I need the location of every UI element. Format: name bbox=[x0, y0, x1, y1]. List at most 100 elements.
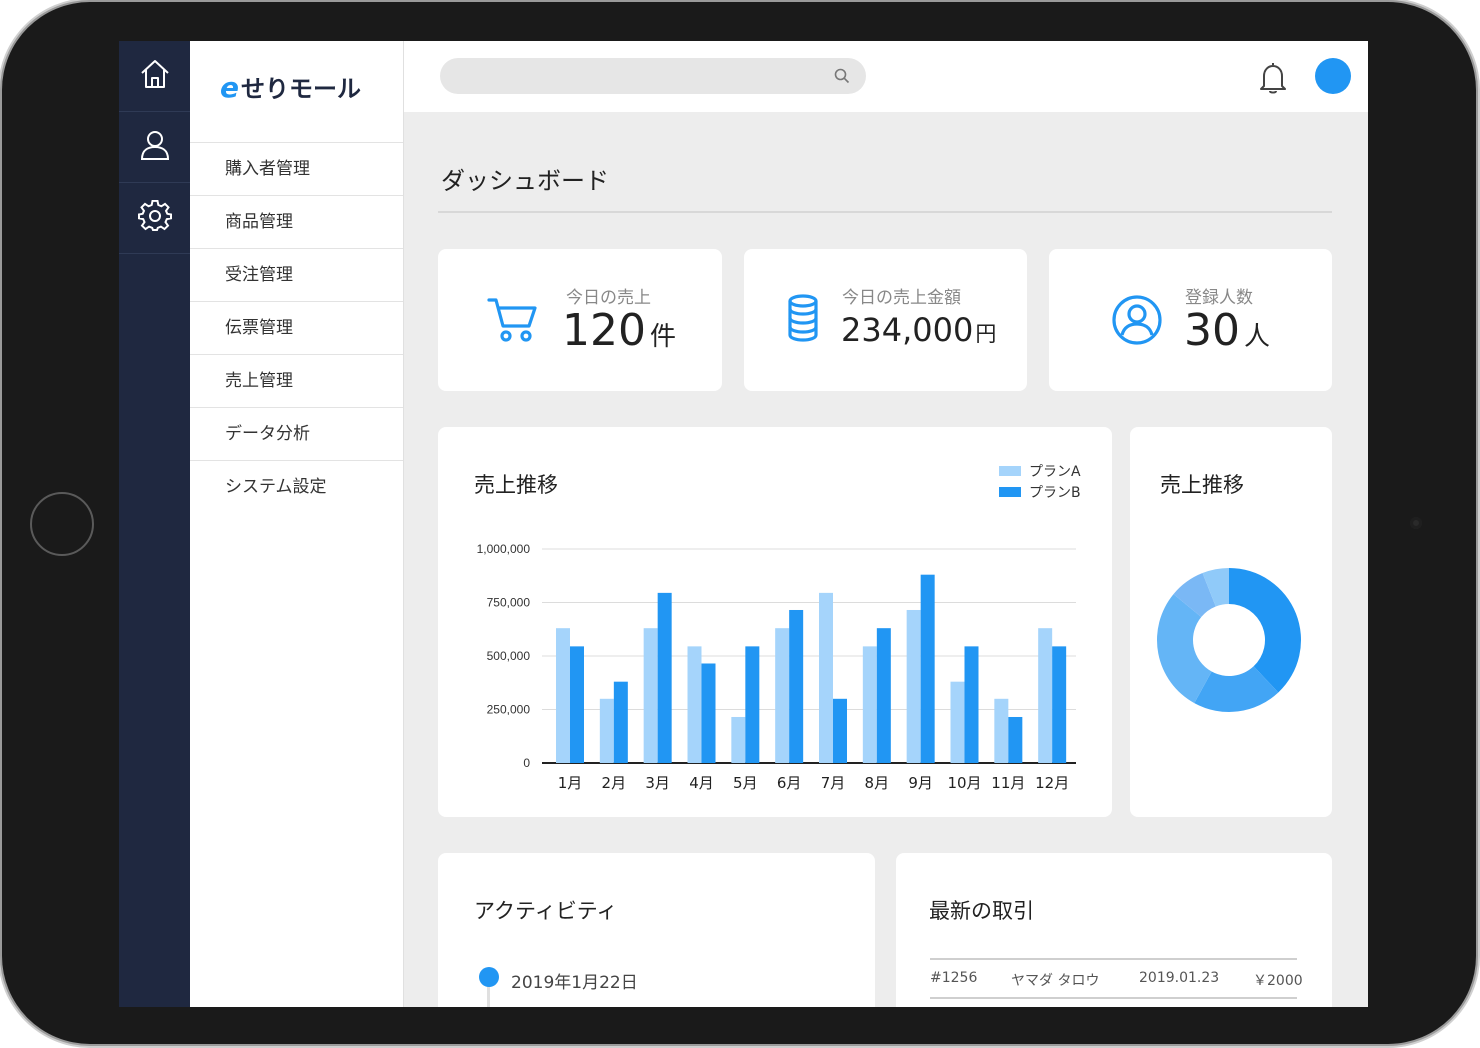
x-tick-label: 1月 bbox=[558, 774, 583, 792]
x-tick-label: 4月 bbox=[689, 774, 714, 792]
x-tick-label: 8月 bbox=[865, 774, 890, 792]
user-circle-icon bbox=[1112, 295, 1162, 345]
search-icon[interactable] bbox=[834, 68, 850, 84]
stat-number: 120 bbox=[562, 305, 646, 356]
menu-item-buyers[interactable]: 購入者管理 bbox=[190, 142, 403, 195]
coins-icon bbox=[788, 294, 818, 342]
x-tick-label: 11月 bbox=[991, 774, 1025, 792]
transaction-amount: ￥2000 bbox=[1253, 973, 1303, 989]
x-tick-label: 2月 bbox=[602, 774, 627, 792]
bar-plan-a bbox=[775, 628, 790, 763]
transaction-name: ヤマダ タロウ bbox=[1011, 973, 1100, 989]
bar-plan-b bbox=[745, 646, 760, 763]
x-tick-label: 3月 bbox=[645, 774, 670, 792]
transactions-divider bbox=[930, 958, 1297, 960]
stat-unit: 人 bbox=[1244, 322, 1271, 352]
timeline-dot bbox=[479, 967, 499, 987]
rail-user[interactable] bbox=[119, 112, 190, 183]
brand-logo[interactable]: eせりモール bbox=[220, 69, 361, 104]
home-icon bbox=[138, 57, 172, 95]
menu-list: 購入者管理 商品管理 受注管理 伝票管理 売上管理 データ分析 システム設定 bbox=[190, 142, 403, 513]
stat-value: 120 件 bbox=[562, 305, 676, 356]
transactions-card: 最新の取引 #1256 ヤマダ タロウ 2019.01.23 ￥2000 bbox=[896, 853, 1332, 1007]
bar-plan-b bbox=[833, 698, 847, 763]
bar-plan-a bbox=[599, 698, 614, 763]
transactions-divider bbox=[930, 997, 1297, 999]
side-menu: eせりモール 購入者管理 商品管理 受注管理 伝票管理 売上管理 データ分析 シ… bbox=[190, 41, 404, 1007]
transactions-title: 最新の取引 bbox=[929, 899, 1034, 923]
stat-value: 30 人 bbox=[1184, 305, 1270, 356]
search-input[interactable] bbox=[440, 58, 866, 94]
page-title: ダッシュボード bbox=[441, 167, 609, 195]
bar-plan-a bbox=[862, 646, 877, 763]
stat-card-sales-amount: 今日の売上金額 234,000円 bbox=[744, 249, 1027, 391]
sales-chart-card: 売上推移 プランA プランB 0 250,000 500,000 750,000 1,0… bbox=[438, 427, 1112, 817]
menu-item-analytics[interactable]: データ分析 bbox=[190, 407, 403, 460]
bar-plan-a bbox=[906, 609, 921, 763]
stat-unit: 円 bbox=[975, 322, 997, 346]
x-tick-label: 7月 bbox=[821, 774, 846, 792]
bell-icon[interactable] bbox=[1258, 60, 1288, 94]
menu-item-sales[interactable]: 売上管理 bbox=[190, 354, 403, 407]
menu-item-orders[interactable]: 受注管理 bbox=[190, 248, 403, 301]
bar-plan-b bbox=[1052, 646, 1067, 763]
menu-item-system-settings[interactable]: システム設定 bbox=[190, 460, 403, 513]
tablet-home-button bbox=[30, 492, 94, 556]
bar-plan-a bbox=[950, 681, 965, 763]
bar-plan-b bbox=[876, 628, 891, 763]
activity-title: アクティビティ bbox=[474, 899, 618, 923]
cart-icon bbox=[487, 298, 537, 342]
y-tick-label: 0 bbox=[523, 756, 530, 770]
bar-plan-a bbox=[687, 646, 702, 763]
y-tick-label: 1,000,000 bbox=[477, 542, 531, 556]
bar-plan-b bbox=[570, 646, 584, 763]
bar-plan-b bbox=[964, 646, 979, 763]
x-tick-label: 5月 bbox=[733, 774, 758, 792]
bar-plan-a bbox=[643, 628, 658, 763]
avatar[interactable] bbox=[1315, 58, 1351, 94]
x-tick-label: 12月 bbox=[1035, 774, 1069, 792]
gear-icon bbox=[137, 199, 172, 237]
donut-chart-card: 売上推移 bbox=[1130, 427, 1332, 817]
brand-name: せりモール bbox=[241, 75, 361, 103]
bar-plan-a bbox=[994, 698, 1009, 763]
stat-unit: 件 bbox=[649, 322, 676, 352]
bar-plan-a bbox=[1038, 628, 1053, 763]
brand-mark: e bbox=[220, 71, 239, 104]
stat-card-sales-count: 今日の売上 120 件 bbox=[438, 249, 722, 391]
menu-item-products[interactable]: 商品管理 bbox=[190, 195, 403, 248]
bar-plan-b bbox=[920, 574, 935, 763]
bar-plan-b bbox=[1008, 716, 1023, 763]
stat-number: 234,000 bbox=[841, 311, 974, 349]
bar-plan-b bbox=[613, 681, 628, 763]
stat-label: 今日の売上金額 bbox=[842, 288, 961, 308]
rail-home[interactable] bbox=[119, 41, 190, 112]
bar-plan-b bbox=[789, 609, 804, 763]
donut-chart bbox=[1157, 568, 1301, 712]
y-tick-label: 250,000 bbox=[487, 703, 531, 717]
bar-chart: 0 250,000 500,000 750,000 1,000,000 1月 2月 3月 4月 5… bbox=[477, 542, 1076, 792]
y-tick-label: 750,000 bbox=[487, 596, 531, 610]
transaction-id: #1256 bbox=[930, 970, 978, 986]
tablet-camera bbox=[1410, 517, 1422, 529]
bar-plan-a bbox=[556, 628, 570, 763]
stat-number: 30 bbox=[1184, 305, 1240, 356]
screen: eせりモール 購入者管理 商品管理 受注管理 伝票管理 売上管理 データ分析 シ… bbox=[119, 41, 1368, 1007]
bar-plan-b bbox=[657, 592, 672, 763]
activity-date: 2019年1月22日 bbox=[511, 973, 638, 993]
transaction-date: 2019.01.23 bbox=[1139, 970, 1220, 986]
x-tick-label: 9月 bbox=[908, 774, 933, 792]
donut-slice bbox=[1229, 568, 1301, 693]
title-divider bbox=[438, 211, 1332, 213]
x-tick-label: 10月 bbox=[947, 774, 981, 792]
stat-card-registrations: 登録人数 30 人 bbox=[1049, 249, 1332, 391]
rail-settings[interactable] bbox=[119, 183, 190, 254]
stat-value: 234,000円 bbox=[841, 311, 996, 349]
bar-plan-a bbox=[731, 716, 746, 763]
top-bar bbox=[404, 41, 1368, 112]
timeline-line bbox=[487, 987, 490, 1007]
x-tick-label: 6月 bbox=[777, 774, 802, 792]
y-tick-label: 500,000 bbox=[487, 649, 531, 663]
menu-item-slips[interactable]: 伝票管理 bbox=[190, 301, 403, 354]
user-icon bbox=[138, 128, 172, 166]
